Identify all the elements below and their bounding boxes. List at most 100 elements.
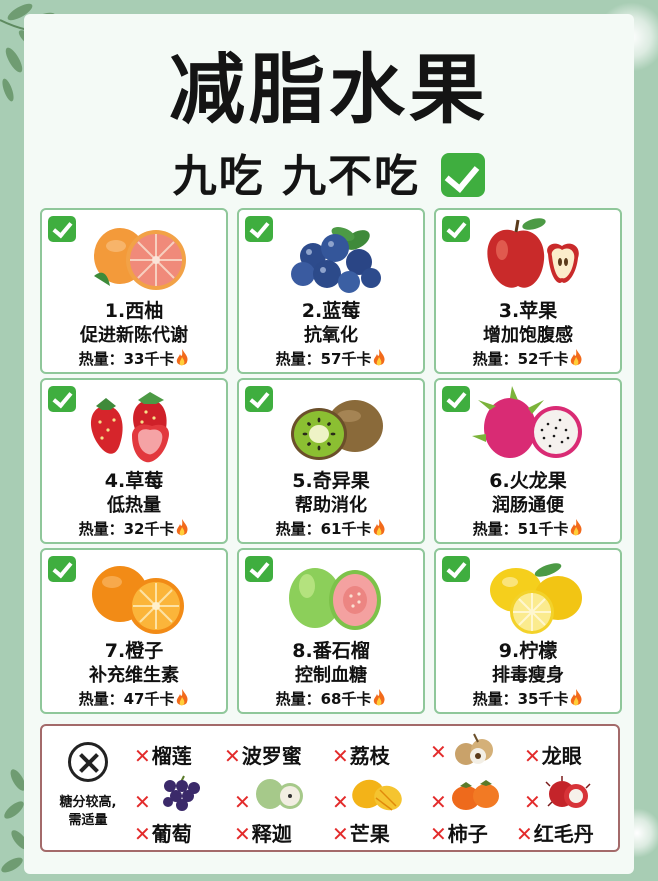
check-icon [442, 216, 470, 242]
avoid-item-longan: ✕龙眼 [524, 740, 582, 769]
cross-icon: ✕ [224, 744, 241, 768]
calories-text: 热量：51千卡 [472, 520, 569, 538]
grapefruit-icon [94, 228, 186, 290]
fruit-benefit: 抗氧化 [304, 325, 358, 346]
check-icon [245, 216, 273, 242]
fruit-calories: 热量：33千卡 [42, 348, 226, 369]
check-icon [245, 386, 273, 412]
avoid-item-label: 释迦 [251, 822, 292, 846]
cross-icon: ✕ [524, 744, 541, 768]
orange-icon [92, 566, 184, 634]
fruit-name: 4.草莓 [104, 470, 164, 492]
fruit-benefit: 润肠通便 [492, 495, 564, 516]
avoid-item-label: 红毛丹 [533, 822, 594, 846]
fruit-benefit: 促进新陈代谢 [80, 325, 188, 346]
cross-icon: ✕ [134, 790, 151, 814]
avoid-item-label: 荔枝 [349, 744, 390, 768]
fire-icon [374, 689, 385, 706]
avoid-panel: 糖分较高, 需适量 ✕榴莲 ✕波罗蜜 ✕荔枝 ✕ ✕龙眼 ✕ ✕ ✕ ✕ ✕ ✕… [40, 724, 620, 852]
calories-text: 热量：32千卡 [78, 520, 175, 538]
custard-apple-icon [256, 779, 303, 809]
avoid-item-jackfruit: ✕波罗蜜 [224, 740, 302, 769]
fruit-name: 8.番石榴 [292, 640, 370, 662]
calories-text: 热量：35千卡 [472, 690, 569, 708]
avoid-item-label: 柿子 [447, 822, 488, 846]
fruit-name: 1.西柚 [104, 300, 164, 322]
fruit-card-grapefruit: 1.西柚 促进新陈代谢 热量：33千卡 [40, 208, 228, 374]
fruit-benefit: 增加饱腹感 [483, 325, 573, 346]
strawberry-icon [91, 392, 170, 463]
fire-icon [177, 519, 188, 536]
fruit-name: 3.苹果 [498, 300, 558, 322]
cross-circle-icon [68, 742, 108, 782]
avoid-item-label: 龙眼 [541, 744, 582, 768]
blueberry-icon [291, 227, 381, 293]
fruit-calories: 热量：57千卡 [239, 348, 423, 369]
fire-icon [374, 519, 385, 536]
fruit-card-kiwi: 5.奇异果 帮助消化 热量：61千卡 [237, 378, 425, 544]
fruit-card-lemon: 9.柠檬 排毒瘦身 热量：35千卡 [434, 548, 622, 714]
avoid-item-label: 波罗蜜 [241, 744, 302, 768]
fruit-benefit: 排毒瘦身 [492, 665, 564, 686]
cross-icon: ✕ [430, 740, 447, 764]
fruit-calories: 热量：52千卡 [436, 348, 620, 369]
persimmon-icon [452, 780, 499, 810]
cross-icon: ✕ [332, 790, 349, 814]
check-icon [442, 556, 470, 582]
fruit-name: 7.橙子 [104, 640, 164, 662]
cross-icon: ✕ [430, 790, 447, 814]
cross-icon: ✕ [430, 822, 447, 846]
avoid-item-label: 芒果 [349, 822, 390, 846]
fruit-name: 6.火龙果 [489, 470, 567, 492]
check-icon [441, 153, 486, 197]
avoid-item-durian: ✕榴莲 [134, 740, 192, 769]
dragonfruit-icon [472, 386, 582, 458]
fire-icon [374, 349, 385, 366]
fruit-calories: 热量：51千卡 [436, 518, 620, 539]
avoid-item-lychee: ✕荔枝 [332, 740, 390, 769]
apple-icon [487, 218, 579, 288]
fruit-card-strawberry: 4.草莓 低热量 热量：32千卡 [40, 378, 228, 544]
calories-text: 热量：33千卡 [78, 350, 175, 368]
cross-icon: ✕ [332, 822, 349, 846]
longan-icon [455, 733, 493, 765]
fruit-benefit: 帮助消化 [295, 495, 367, 516]
fire-icon [571, 689, 582, 706]
fruit-calories: 热量：35千卡 [436, 688, 620, 709]
calories-text: 热量：68千卡 [275, 690, 372, 708]
avoid-item-grape: ✕葡萄 [134, 818, 192, 847]
cross-icon: ✕ [234, 822, 251, 846]
avoid-note: 糖分较高, 需适量 [46, 794, 130, 830]
calories-text: 热量：52千卡 [472, 350, 569, 368]
fruit-calories: 热量：68千卡 [239, 688, 423, 709]
subtitle-text: 九吃 九不吃 [172, 151, 420, 202]
cross-icon: ✕ [516, 822, 533, 846]
avoid-item-persimmon: ✕柿子 [430, 818, 488, 847]
avoid-note-line: 需适量 [68, 813, 108, 828]
cross-icon: ✕ [234, 790, 251, 814]
fruit-calories: 热量：32千卡 [42, 518, 226, 539]
fruit-card-guava: 8.番石榴 控制血糖 热量：68千卡 [237, 548, 425, 714]
cross-icon: ✕ [332, 744, 349, 768]
cross-icon: ✕ [134, 744, 151, 768]
lemon-icon [490, 563, 582, 634]
page-title: 减脂水果 [169, 45, 489, 134]
avoid-item-custard-apple: ✕释迦 [234, 818, 292, 847]
calories-text: 热量：61千卡 [275, 520, 372, 538]
avoid-item-rambutan: ✕红毛丹 [516, 818, 594, 847]
fruit-calories: 热量：47千卡 [42, 688, 226, 709]
fruit-name: 2.蓝莓 [301, 300, 361, 322]
fire-icon [571, 519, 582, 536]
check-icon [48, 386, 76, 412]
check-icon [245, 556, 273, 582]
fruit-card-apple: 3.苹果 增加饱腹感 热量：52千卡 [434, 208, 622, 374]
fruit-name: 9.柠檬 [498, 640, 558, 662]
fruit-benefit: 控制血糖 [295, 665, 367, 686]
fruit-card-blueberry: 2.蓝莓 抗氧化 热量：57千卡 [237, 208, 425, 374]
cross-icon: ✕ [524, 790, 541, 814]
fruit-card-orange: 7.橙子 补充维生素 热量：47千卡 [40, 548, 228, 714]
check-icon [48, 216, 76, 242]
fruit-calories: 热量：61千卡 [239, 518, 423, 539]
check-icon [442, 386, 470, 412]
check-icon [48, 556, 76, 582]
